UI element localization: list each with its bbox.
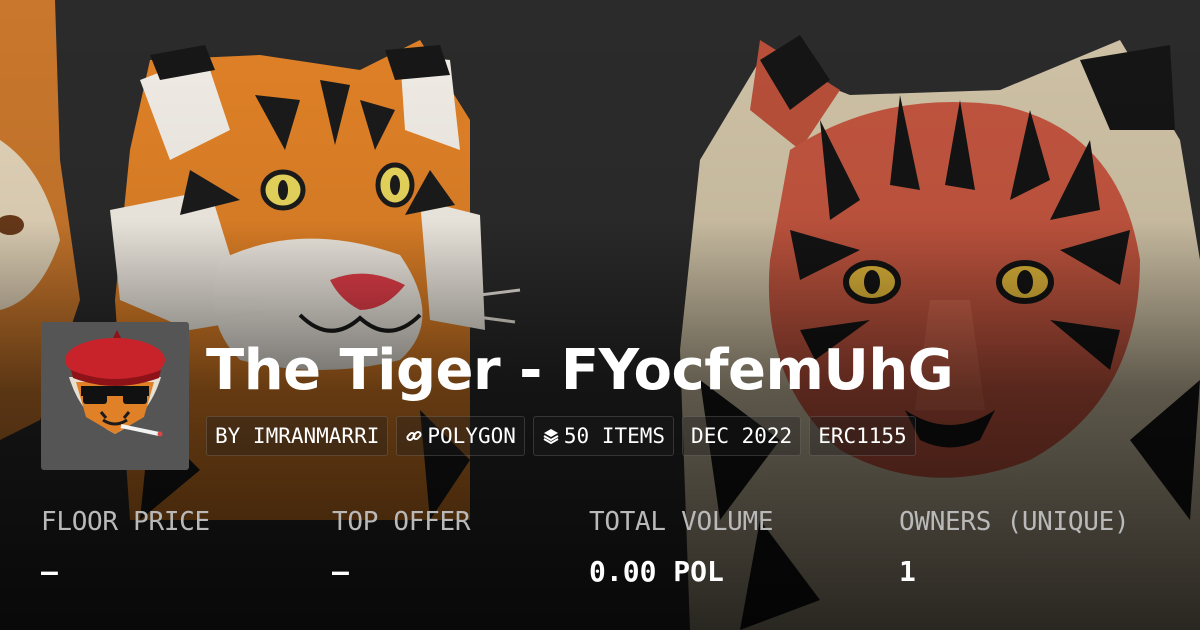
tiger-beret-avatar-icon [65,330,165,437]
stat-floor-price: FLOOR PRICE – [41,502,210,592]
owners-value: 1 [899,555,916,588]
layers-icon [542,427,560,445]
top-offer-value: – [332,555,349,588]
created-date-tag: DEC 2022 [682,416,802,456]
creator-tag[interactable]: BY IMRANMARRI [206,416,389,456]
total-volume-value: 0.00 POL [589,555,724,588]
top-offer-label: TOP OFFER [332,507,471,537]
token-standard-label: ERC1155 [818,424,907,448]
chain-tag-label: POLYGON [427,424,516,448]
stat-top-offer: TOP OFFER – [332,502,470,592]
link-icon [405,427,423,445]
floor-price-value: – [41,555,58,588]
stat-total-volume: TOTAL VOLUME 0.00 POL [589,502,774,592]
creator-tag-label: BY IMRANMARRI [215,424,380,448]
collection-avatar [41,322,189,470]
floor-price-label: FLOOR PRICE [41,507,210,537]
created-date-label: DEC 2022 [691,424,793,448]
collection-title: The Tiger - FYocfemUhG [206,338,954,403]
chain-tag[interactable]: POLYGON [396,416,525,456]
items-count-label: 50 ITEMS [563,424,666,448]
stat-owners: OWNERS (UNIQUE) 1 [899,502,1130,592]
collection-meta-tags: BY IMRANMARRI POLYGON 50 ITEMS DEC 2022 … [206,416,916,456]
total-volume-label: TOTAL VOLUME [589,507,774,537]
token-standard-tag: ERC1155 [809,416,916,456]
items-count-tag: 50 ITEMS [532,416,675,456]
owners-label: OWNERS (UNIQUE) [899,507,1130,537]
